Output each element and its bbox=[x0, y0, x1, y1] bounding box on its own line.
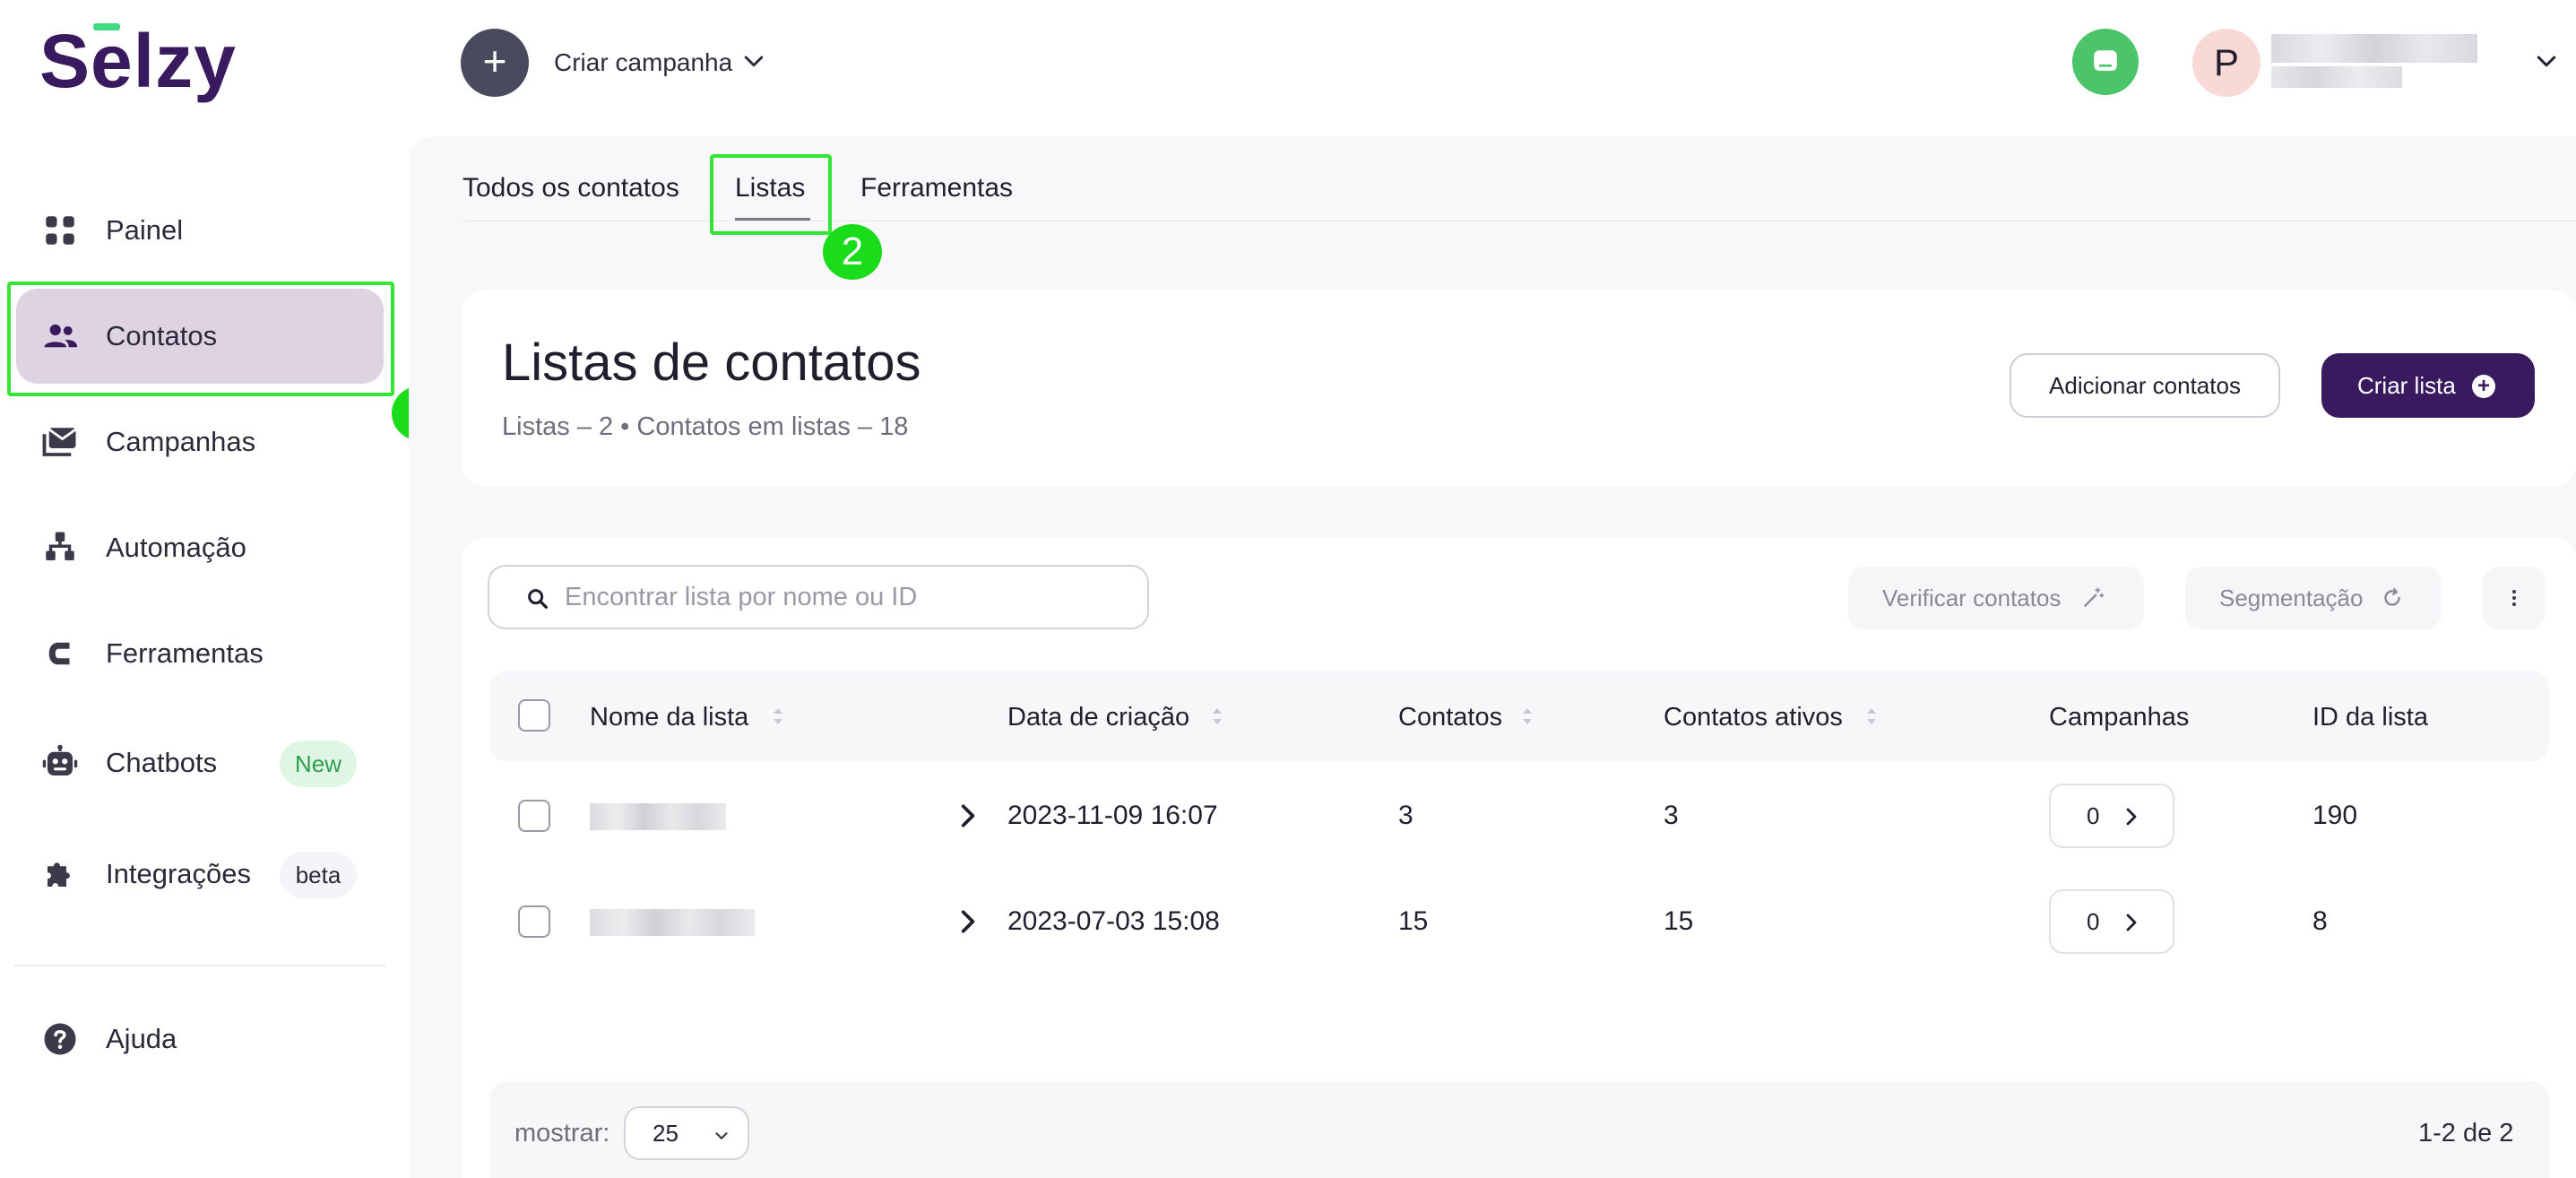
column-header-data[interactable]: Data de criação bbox=[1007, 699, 1189, 735]
sidebar-item-label: Ajuda bbox=[106, 1023, 177, 1054]
pagination-info: 1-2 de 2 bbox=[2418, 1119, 2514, 1148]
puzzle-icon bbox=[48, 862, 70, 887]
highlight-box-contatos bbox=[7, 282, 394, 396]
column-header-campanhas: Campanhas bbox=[2049, 703, 2190, 732]
page-size-select[interactable]: 25 bbox=[624, 1106, 749, 1160]
row-checkbox[interactable] bbox=[518, 800, 550, 832]
chevron-down-icon bbox=[715, 1132, 728, 1139]
row-date: 2023-07-03 15:08 bbox=[1007, 906, 1220, 936]
chat-icon bbox=[2094, 50, 2117, 71]
row-list-id: 8 bbox=[2312, 906, 2328, 936]
row-campaigns-button[interactable]: 0 bbox=[2049, 889, 2174, 954]
create-list-label: Criar lista bbox=[2357, 372, 2456, 399]
sidebar-item-label: Ferramentas bbox=[106, 637, 264, 669]
sidebar-item-label: Automação bbox=[106, 532, 246, 563]
automation-icon bbox=[46, 532, 74, 560]
sort-icon[interactable] bbox=[1864, 705, 1879, 728]
row-campaigns-button[interactable]: 0 bbox=[2049, 784, 2174, 848]
page-size-label: mostrar: bbox=[514, 1119, 610, 1148]
chevron-right-icon bbox=[2126, 808, 2137, 826]
create-list-button[interactable]: Criar lista + bbox=[2321, 353, 2535, 418]
table-header bbox=[489, 671, 2549, 762]
sort-icon[interactable] bbox=[1210, 705, 1224, 728]
segmentation-label: Segmentação bbox=[2219, 585, 2364, 611]
page-subtitle: Listas – 2 • Contatos em listas – 18 bbox=[502, 412, 909, 441]
sidebar-item-label: Chatbots bbox=[106, 747, 218, 778]
refresh-icon bbox=[2384, 587, 2400, 606]
row-checkbox[interactable] bbox=[518, 905, 550, 938]
sidebar-item-ferramentas[interactable]: Ferramentas bbox=[16, 606, 384, 701]
search-placeholder: Encontrar lista por nome ou ID bbox=[565, 583, 918, 611]
column-header-nome[interactable]: Nome da lista bbox=[590, 699, 748, 735]
search-input[interactable]: Encontrar lista por nome ou ID bbox=[488, 565, 1149, 629]
user-name-redacted bbox=[2271, 34, 2477, 63]
create-campaign-dropdown[interactable]: Criar campanha bbox=[554, 45, 732, 81]
chevron-down-icon[interactable] bbox=[2533, 48, 2560, 75]
row-list-id: 190 bbox=[2312, 801, 2358, 830]
row-campaigns-count: 0 bbox=[2087, 908, 2100, 935]
user-email-redacted bbox=[2271, 66, 2402, 88]
verify-contacts-button[interactable]: Verificar contatos bbox=[1848, 567, 2144, 629]
verify-contacts-label: Verificar contatos bbox=[1882, 585, 2062, 611]
row-active-contacts: 3 bbox=[1664, 801, 1679, 830]
add-contacts-button[interactable]: Adicionar contatos bbox=[2010, 353, 2280, 418]
annotation-number-2: 2 bbox=[823, 224, 882, 280]
chevron-right-icon[interactable] bbox=[954, 905, 982, 938]
sidebar-item-ajuda[interactable]: Ajuda bbox=[16, 992, 384, 1087]
sort-icon[interactable] bbox=[771, 705, 785, 728]
help-icon bbox=[44, 1023, 76, 1055]
tab-ferramentas[interactable]: Ferramentas bbox=[860, 170, 1013, 206]
list-name-redacted[interactable] bbox=[590, 909, 755, 936]
sidebar-item-campanhas[interactable]: Campanhas bbox=[16, 394, 384, 489]
row-date: 2023-11-09 16:07 bbox=[1007, 801, 1218, 830]
new-badge: New bbox=[280, 741, 357, 787]
column-header-contatos[interactable]: Contatos bbox=[1398, 699, 1502, 735]
column-header-id: ID da lista bbox=[2312, 703, 2428, 732]
search-icon bbox=[528, 589, 548, 609]
more-options-button[interactable] bbox=[2483, 567, 2546, 629]
kebab-menu-icon bbox=[2512, 590, 2516, 606]
beta-badge: beta bbox=[280, 852, 357, 898]
column-header-contatos-ativos[interactable]: Contatos ativos bbox=[1664, 699, 1843, 735]
create-campaign-plus-button[interactable]: + bbox=[461, 29, 529, 97]
chevron-down-icon[interactable] bbox=[740, 48, 767, 75]
dashboard-icon bbox=[46, 216, 74, 245]
chat-support-button[interactable] bbox=[2072, 29, 2139, 95]
row-contacts: 3 bbox=[1398, 801, 1413, 830]
page-size-value: 25 bbox=[653, 1120, 679, 1147]
sidebar-item-label: Painel bbox=[106, 214, 184, 246]
logo-accent bbox=[93, 23, 120, 30]
sidebar-item-label: Campanhas bbox=[106, 426, 256, 457]
user-avatar[interactable]: P bbox=[2192, 29, 2260, 97]
magic-wand-icon bbox=[2084, 587, 2105, 607]
brand-logo[interactable]: Selzy bbox=[39, 23, 237, 99]
sidebar-item-label: Integrações bbox=[106, 858, 251, 889]
tools-icon bbox=[48, 642, 70, 665]
segmentation-button[interactable]: Segmentação bbox=[2185, 567, 2442, 629]
sidebar-divider bbox=[14, 965, 385, 966]
chevron-right-icon bbox=[2126, 914, 2137, 931]
chatbot-icon bbox=[42, 744, 78, 775]
tab-todos-os-contatos[interactable]: Todos os contatos bbox=[462, 170, 679, 206]
sidebar-item-painel[interactable]: Painel bbox=[16, 183, 384, 278]
table-footer bbox=[489, 1081, 2549, 1178]
chevron-right-icon[interactable] bbox=[954, 800, 982, 832]
campaigns-icon bbox=[42, 428, 77, 456]
select-all-checkbox[interactable] bbox=[518, 699, 550, 732]
plus-circle-icon: + bbox=[2472, 375, 2495, 398]
page-title: Listas de contatos bbox=[502, 333, 921, 392]
row-campaigns-count: 0 bbox=[2087, 802, 2100, 829]
sidebar-item-automacao[interactable]: Automação bbox=[16, 500, 384, 595]
highlight-box-listas bbox=[710, 154, 832, 235]
row-active-contacts: 15 bbox=[1664, 906, 1694, 936]
row-contacts: 15 bbox=[1398, 906, 1429, 936]
sort-icon[interactable] bbox=[1520, 705, 1534, 728]
list-name-redacted[interactable] bbox=[590, 803, 726, 830]
